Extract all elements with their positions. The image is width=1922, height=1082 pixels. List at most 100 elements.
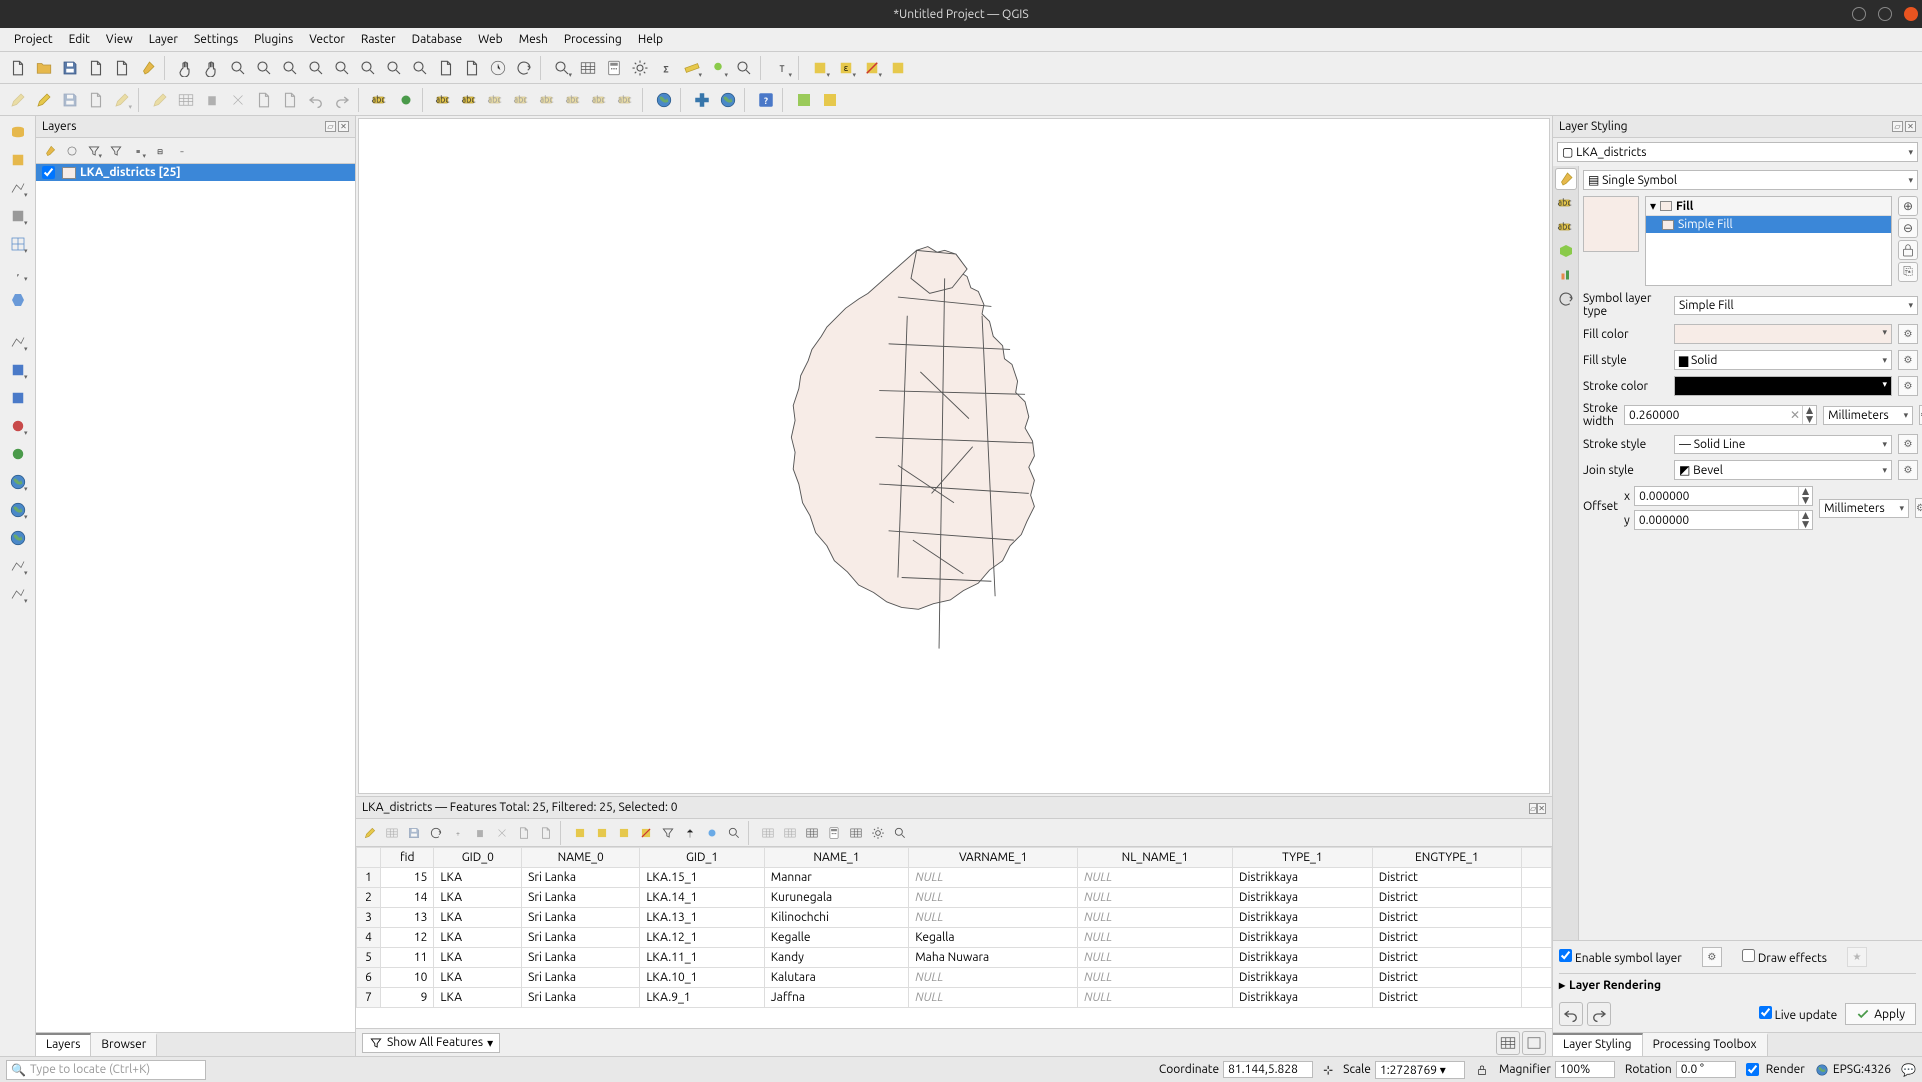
live-update-checkbox[interactable]: Live update (1759, 1006, 1838, 1022)
map-canvas[interactable] (358, 118, 1550, 794)
col-engtype1[interactable]: ENGTYPE_1 (1372, 848, 1521, 868)
zoom-in-button[interactable] (226, 56, 250, 80)
lock-scale-icon[interactable] (1475, 1063, 1489, 1077)
scale-input[interactable]: 1:2728769 ▾ (1375, 1061, 1465, 1079)
menu-help[interactable]: Help (630, 31, 671, 48)
offset-x-input[interactable]: ▲▼ (1634, 486, 1813, 506)
zoom-last-button[interactable] (382, 56, 406, 80)
add-delimited-button[interactable]: , (6, 260, 30, 284)
at-actions-button[interactable] (868, 823, 888, 843)
enable-sym-override[interactable]: ⚙ (1702, 947, 1722, 967)
layer-visibility-checkbox[interactable] (42, 166, 55, 179)
table-row[interactable]: 610LKASri LankaLKA.10_1KalutaraNULLNULLD… (357, 968, 1552, 988)
temporal-button[interactable] (486, 56, 510, 80)
style-undo-button[interactable] (1559, 1002, 1583, 1026)
add-postgis-button[interactable] (6, 358, 30, 382)
symbol-layer-type-combo[interactable]: Simple Fill (1674, 296, 1918, 315)
close-button[interactable] (1904, 7, 1918, 21)
offset-y-input[interactable]: ▲▼ (1634, 510, 1813, 530)
menu-mesh[interactable]: Mesh (511, 31, 556, 48)
new-geopackage-button[interactable] (6, 148, 30, 172)
col-name1[interactable]: NAME_1 (764, 848, 908, 868)
style-redo-button[interactable] (1587, 1002, 1611, 1026)
remove-layer-button[interactable]: − (172, 141, 192, 161)
undock-styling-button[interactable]: ▱ (1892, 121, 1903, 132)
select-by-value-button[interactable]: ε (834, 56, 858, 80)
at-toggle-editing-button[interactable] (360, 823, 380, 843)
undock-panel-button[interactable]: ▱ (325, 121, 336, 132)
menu-view[interactable]: View (98, 31, 141, 48)
render-checkbox[interactable]: Render (1746, 1063, 1805, 1076)
stroke-width-input[interactable]: ✕▲▼ (1624, 405, 1817, 425)
at-select-expr-button[interactable] (570, 823, 590, 843)
offset-unit-combo[interactable]: Millimeters (1819, 499, 1909, 518)
at-move-top-button[interactable] (680, 823, 700, 843)
close-styling-button[interactable]: ✕ (1905, 121, 1916, 132)
add-wcs-button[interactable] (6, 526, 30, 550)
add-wms-button[interactable] (6, 470, 30, 494)
field-calculator-button[interactable] (602, 56, 626, 80)
expand-all-button[interactable]: ≡ (128, 141, 148, 161)
close-attr-button[interactable]: ✕ (1537, 803, 1546, 814)
menu-layer[interactable]: Layer (141, 31, 186, 48)
zoom-layer-button[interactable] (330, 56, 354, 80)
nudge-button[interactable] (732, 56, 756, 80)
add-afs-button[interactable] (6, 582, 30, 606)
menu-processing[interactable]: Processing (556, 31, 630, 48)
offset-override[interactable]: ⚙ (1915, 498, 1922, 518)
messages-button[interactable]: 💬 (1901, 1063, 1916, 1077)
new-print-layout-button[interactable] (84, 56, 108, 80)
layer-rendering-section[interactable]: ▸ Layer Rendering (1559, 973, 1916, 996)
measure-button[interactable] (680, 56, 704, 80)
magnifier-input[interactable]: 100% (1555, 1061, 1615, 1078)
history-tab[interactable] (1555, 288, 1577, 310)
stroke-color-button[interactable] (1674, 376, 1892, 396)
label-green-button[interactable] (394, 88, 418, 112)
select-all-button[interactable] (886, 56, 910, 80)
new-bookmark-button[interactable] (460, 56, 484, 80)
add-hana-button[interactable] (6, 442, 30, 466)
col-fid[interactable]: fid (381, 848, 434, 868)
tab-processing-toolbox[interactable]: Processing Toolbox (1643, 1033, 1768, 1056)
add-xyz-button[interactable] (6, 498, 30, 522)
table-view-button[interactable] (1496, 1031, 1520, 1055)
add-mssql-button[interactable] (6, 386, 30, 410)
select-features-button[interactable] (808, 56, 832, 80)
close-panel-button[interactable]: ✕ (338, 121, 349, 132)
at-zoom-to-button[interactable] (724, 823, 744, 843)
manage-themes-button[interactable] (62, 141, 82, 161)
add-vector-button[interactable] (6, 176, 30, 200)
attribute-table[interactable]: fid GID_0 NAME_0 GID_1 NAME_1 VARNAME_1 … (356, 847, 1552, 1008)
help-button[interactable] (754, 88, 778, 112)
web-button[interactable] (716, 88, 740, 112)
no-labels-button[interactable] (368, 88, 392, 112)
layer-combo[interactable]: ▢ LKA_districts (1557, 142, 1918, 162)
3d-view-tab[interactable] (1555, 240, 1577, 262)
menu-vector[interactable]: Vector (301, 31, 353, 48)
at-filter-button[interactable] (658, 823, 678, 843)
menu-plugins[interactable]: Plugins (246, 31, 301, 48)
join-style-override[interactable]: ⚙ (1898, 460, 1918, 480)
menu-raster[interactable]: Raster (353, 31, 404, 48)
refresh-button[interactable] (512, 56, 536, 80)
layer-item-lka-districts[interactable]: LKA_districts [25] (36, 164, 355, 181)
diagrams-tab[interactable] (1555, 264, 1577, 286)
layout-manager-button[interactable] (110, 56, 134, 80)
join-style-combo[interactable]: ◩ Bevel (1674, 460, 1892, 480)
save-project-button[interactable] (58, 56, 82, 80)
at-conditional-button[interactable] (846, 823, 866, 843)
pan-to-selection-button[interactable] (200, 56, 224, 80)
at-pan-to-button[interactable] (702, 823, 722, 843)
text-annotation-button[interactable]: T (770, 56, 794, 80)
fill-color-button[interactable] (1674, 324, 1892, 344)
open-datasource-button[interactable] (6, 120, 30, 144)
metasearch-button[interactable] (652, 88, 676, 112)
masks-tab[interactable] (1555, 216, 1577, 238)
col-gid0[interactable]: GID_0 (434, 848, 522, 868)
zoom-native-button[interactable] (356, 56, 380, 80)
labels-tab[interactable] (1555, 192, 1577, 214)
python-console-button[interactable] (690, 88, 714, 112)
menu-project[interactable]: Project (6, 31, 61, 48)
fill-color-override[interactable]: ⚙ (1898, 324, 1918, 344)
tab-layer-styling[interactable]: Layer Styling (1553, 1033, 1643, 1056)
